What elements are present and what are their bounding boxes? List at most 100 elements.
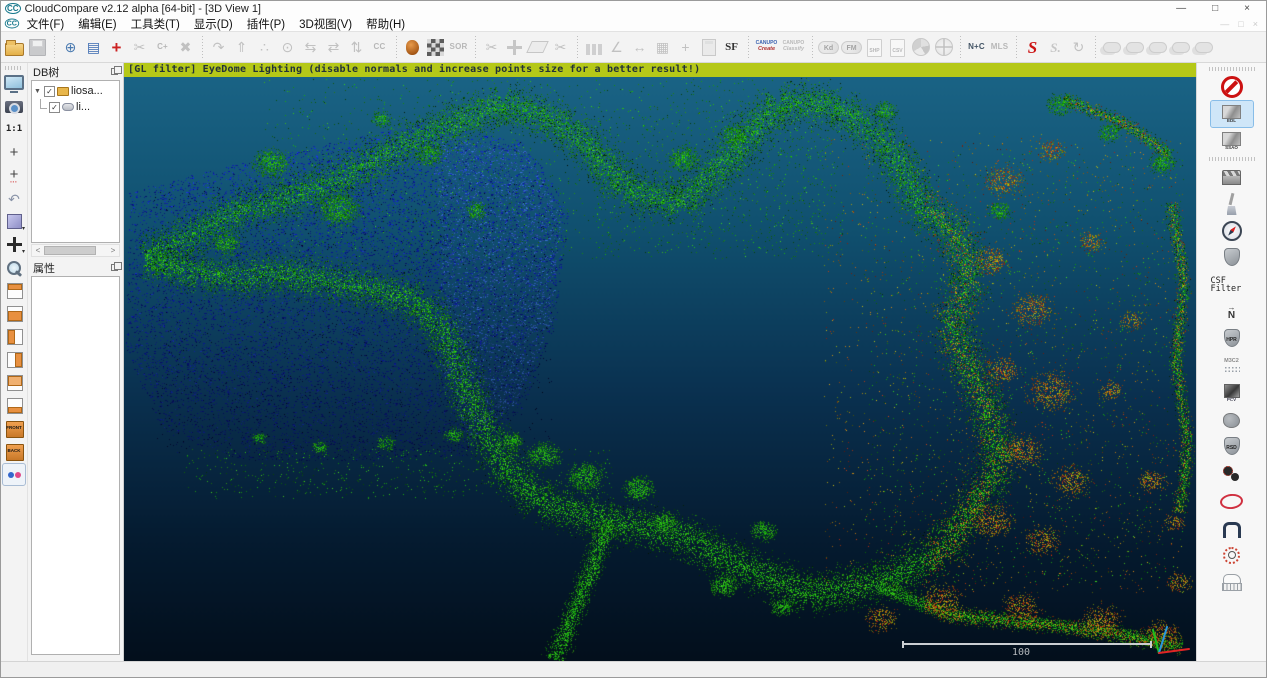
broom-plugin-button[interactable] <box>1211 191 1253 217</box>
rasterize-button[interactable]: ▦ <box>651 34 674 60</box>
poisson-plugin-button[interactable] <box>1211 407 1253 433</box>
kd-tree-button[interactable]: Kd <box>817 34 840 60</box>
compass-plugin-button[interactable] <box>1211 218 1253 244</box>
set-pivot-button[interactable]: + <box>2 141 26 164</box>
match-clouds-button[interactable]: ⇆ <box>299 34 322 60</box>
normals-compute-button[interactable]: N+C <box>965 34 988 60</box>
tree-row[interactable]: ✓ li... <box>32 99 119 115</box>
plugin-cloud-button-3[interactable] <box>1146 34 1169 60</box>
rotate-cloud-button[interactable]: ↻ <box>1067 34 1090 60</box>
menu-item-4[interactable]: 显示(D) <box>187 16 240 32</box>
sf-arithmetic-button[interactable] <box>697 34 720 60</box>
menu-item-6[interactable]: 3D视图(V) <box>292 16 359 32</box>
view-front-button[interactable] <box>2 302 26 325</box>
screenshot-button[interactable] <box>2 95 26 118</box>
minimize-button[interactable]: — <box>1176 3 1186 14</box>
view-top-button[interactable] <box>2 279 26 302</box>
canupo-create-button[interactable]: CANUPOCreate <box>753 34 780 60</box>
histogram-button[interactable] <box>582 34 605 60</box>
maximize-button[interactable]: □ <box>1212 3 1218 14</box>
spline-fit-button[interactable]: S. <box>1044 34 1067 60</box>
csv-export-button[interactable]: CSV <box>886 34 909 60</box>
sf-color-scale-button[interactable]: SF <box>720 34 743 60</box>
edl-filter-button[interactable]: EDL <box>1211 101 1253 127</box>
previous-view-button[interactable]: ↶ <box>2 187 26 210</box>
open-file-button[interactable] <box>3 34 26 60</box>
ellipser-plugin-button[interactable] <box>1211 488 1253 514</box>
stereo-mode-button[interactable] <box>2 463 26 486</box>
segment-button[interactable]: ✂ <box>128 34 151 60</box>
plugin-cloud-button-1[interactable] <box>1100 34 1123 60</box>
pcv-plugin-button[interactable]: PCV <box>1211 380 1253 406</box>
spline-button[interactable]: S <box>1021 34 1044 60</box>
cross-section-button[interactable]: ✂ <box>480 34 503 60</box>
point-cloud-canvas[interactable] <box>124 63 1196 661</box>
csf-plugin-button[interactable] <box>1211 245 1253 271</box>
menu-item-2[interactable]: 编辑(E) <box>71 16 123 32</box>
ransac-plugin-button[interactable]: RSD <box>1211 434 1253 460</box>
tree-row[interactable]: ▼ ✓ liosa... <box>32 83 119 99</box>
curvature-plot-button[interactable]: ∠ <box>605 34 628 60</box>
point-picking-button[interactable]: + <box>105 34 128 60</box>
menu-item-5[interactable]: 插件(P) <box>240 16 292 32</box>
scissors-button[interactable]: ✂ <box>549 34 572 60</box>
icp-button[interactable]: CC <box>368 34 391 60</box>
mdi-control-3[interactable]: × <box>1253 19 1258 29</box>
visibility-checkbox[interactable]: ✓ <box>44 86 55 97</box>
zoom-fit-button[interactable] <box>2 256 26 279</box>
normals-plugin-button[interactable]: →N <box>1211 299 1253 325</box>
scroll-right-button[interactable]: > <box>107 245 119 256</box>
pick-rotation-center-button[interactable]: +▪▪▪ <box>2 164 26 187</box>
cloud-ruler-plugin-button[interactable] <box>1211 569 1253 595</box>
horizontal-scrollbar[interactable]: < > <box>31 244 120 257</box>
disable-gl-filter-button[interactable] <box>1211 74 1253 100</box>
menu-item-3[interactable]: 工具类(T) <box>124 16 187 32</box>
view-back-button[interactable] <box>2 371 26 394</box>
noise-filter-button[interactable]: ⊙ <box>276 34 299 60</box>
octree-button[interactable] <box>401 34 424 60</box>
mls-smoothing-button[interactable]: MLS <box>988 34 1011 60</box>
globe-button[interactable] <box>932 34 955 60</box>
plugin-cloud-button-5[interactable] <box>1192 34 1215 60</box>
view-right-button[interactable] <box>2 348 26 371</box>
canupo-classify-button[interactable]: CANUPOClassify <box>780 34 807 60</box>
point-pair-align-button[interactable]: ⇅ <box>345 34 368 60</box>
scrollbar-thumb[interactable] <box>44 246 96 255</box>
refresh-display-button[interactable] <box>2 72 26 95</box>
float-panel-icon[interactable] <box>111 264 118 271</box>
delete-button[interactable]: ✖ <box>174 34 197 60</box>
plugin-cloud-button-4[interactable] <box>1169 34 1192 60</box>
fine-registration-button[interactable]: ⇄ <box>322 34 345 60</box>
fm-button[interactable]: FM <box>840 34 863 60</box>
mdi-control-2[interactable]: □ <box>1238 19 1243 29</box>
entity-properties-button[interactable]: ▤ <box>82 34 105 60</box>
view-iso-back-button[interactable]: BACK <box>2 440 26 463</box>
ssao-filter-button[interactable]: SSAO <box>1211 128 1253 154</box>
scroll-left-button[interactable]: < <box>32 245 44 256</box>
animation-plugin-button[interactable] <box>1211 164 1253 190</box>
gear-ring-plugin-button[interactable] <box>1211 542 1253 568</box>
checkerboard-button[interactable] <box>424 34 447 60</box>
visibility-checkbox[interactable]: ✓ <box>49 102 60 113</box>
add-constant-sf-button[interactable]: + <box>674 34 697 60</box>
view-iso-front-button[interactable]: FRONT <box>2 417 26 440</box>
subsample-button[interactable]: ∴ <box>253 34 276 60</box>
sor-filter-button[interactable]: SOR <box>447 34 470 60</box>
magnet-plugin-button[interactable] <box>1211 515 1253 541</box>
filter-by-value-button[interactable]: ⇑ <box>230 34 253 60</box>
clone-button[interactable]: C+ <box>151 34 174 60</box>
tree-item-label[interactable]: liosa... <box>71 85 103 97</box>
pie-sphere-button[interactable] <box>909 34 932 60</box>
minmax-scale-button[interactable]: ↔ <box>628 34 651 60</box>
clipping-box-button[interactable] <box>526 34 549 60</box>
global-shift-button[interactable]: ⊕ <box>59 34 82 60</box>
shp-export-button[interactable]: SHP <box>863 34 886 60</box>
m3c2-plugin-button[interactable]: M3C2 <box>1211 353 1253 379</box>
mdi-control-1[interactable]: — <box>1220 19 1229 29</box>
tree-item-label[interactable]: li... <box>76 101 90 113</box>
interactive-transform-button[interactable]: ↷ <box>207 34 230 60</box>
view-bottom-button[interactable] <box>2 394 26 417</box>
bbox-fit-button[interactable]: ▾ <box>2 210 26 233</box>
boolean-gears-plugin-button[interactable] <box>1211 461 1253 487</box>
zoom-1-1-button[interactable]: 1:1 <box>2 118 26 141</box>
